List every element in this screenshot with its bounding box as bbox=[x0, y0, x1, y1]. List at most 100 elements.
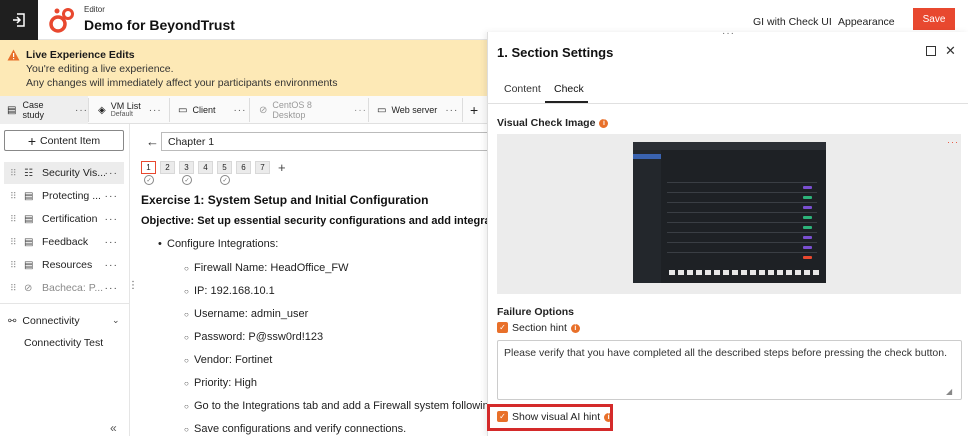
active-tab-indicator bbox=[545, 101, 588, 103]
exit-button[interactable] bbox=[0, 0, 38, 40]
document-icon: ▤ bbox=[24, 236, 34, 248]
sidebar-item-security-visibility[interactable]: ⠿ ☷ Security Vis... ··· bbox=[4, 162, 124, 184]
more-icon[interactable]: ··· bbox=[105, 236, 119, 248]
add-content-item-button[interactable]: + Content Item bbox=[4, 130, 124, 151]
banner-title: Live Experience Edits bbox=[26, 49, 135, 61]
tab-label: Client bbox=[192, 105, 216, 115]
sidebar-group-connectivity[interactable]: ⚯ Connectivity bbox=[8, 315, 80, 327]
back-arrow-icon[interactable]: ← bbox=[146, 134, 159, 149]
sidebar-item-label: Bacheca: P... bbox=[42, 282, 104, 294]
section-hint-textarea[interactable]: Please verify that you have completed al… bbox=[497, 340, 962, 400]
page-tab[interactable]: 6 bbox=[236, 161, 251, 174]
brand-logo bbox=[49, 8, 74, 33]
tab-content[interactable]: Content bbox=[504, 83, 541, 95]
drag-handle-icon[interactable]: ··· bbox=[722, 28, 735, 39]
more-icon[interactable]: ··· bbox=[354, 105, 367, 116]
gi-check-ui-link[interactable]: GI with Check UI bbox=[753, 16, 832, 28]
monitor-icon: ▭ bbox=[178, 104, 188, 116]
page-tab[interactable]: 4 bbox=[198, 161, 213, 174]
banner-warning: Any changes will immediately affect your… bbox=[26, 77, 338, 89]
sidebar-item-connectivity-test[interactable]: Connectivity Test bbox=[24, 337, 103, 349]
drag-handle-icon[interactable]: ⠿ bbox=[10, 191, 18, 202]
sidebar-item-label: Security Vis... bbox=[42, 167, 105, 179]
more-icon[interactable]: ··· bbox=[105, 259, 119, 271]
collapse-sidebar-icon[interactable]: « bbox=[110, 421, 117, 435]
label-text: Visual Check Image bbox=[497, 117, 596, 129]
sidebar-divider bbox=[0, 303, 130, 304]
sub-bullet-text: Username: admin_user bbox=[194, 308, 309, 320]
sidebar-item-feedback[interactable]: ⠿ ▤ Feedback ··· bbox=[4, 231, 124, 253]
drag-handle-icon[interactable]: ⠿ bbox=[10, 214, 18, 225]
more-icon[interactable]: ··· bbox=[105, 213, 119, 225]
drag-handle-icon[interactable]: ⠿ bbox=[10, 237, 18, 248]
more-icon[interactable]: ··· bbox=[149, 105, 162, 116]
tab-label: Web server bbox=[391, 105, 438, 115]
book-icon: ▤ bbox=[7, 104, 17, 116]
check-circle-icon: ✓ bbox=[144, 175, 154, 185]
resize-handle-icon[interactable]: ◢ bbox=[946, 387, 952, 396]
tab-case-study[interactable]: ▤ Case study ··· bbox=[0, 96, 88, 124]
group-label: Connectivity bbox=[22, 315, 80, 327]
more-icon[interactable]: ··· bbox=[105, 282, 119, 294]
sidebar-item-bacheca[interactable]: ⠿ ⊘ Bacheca: P... ··· bbox=[4, 277, 124, 299]
exit-icon bbox=[13, 13, 25, 27]
sub-bullet-text: Firewall Name: HeadOffice_FW bbox=[194, 262, 349, 274]
drag-handle-icon[interactable]: ⠿ bbox=[10, 168, 18, 179]
chevron-down-icon[interactable]: ⌄ bbox=[112, 315, 120, 326]
add-page-icon[interactable]: + bbox=[278, 160, 286, 175]
info-icon[interactable]: i bbox=[599, 118, 609, 128]
sidebar-item-label: Certification bbox=[42, 213, 98, 225]
plus-icon: + bbox=[27, 132, 37, 149]
sidebar-item-label: Protecting ... bbox=[42, 190, 101, 202]
chapter-select[interactable]: Chapter 1 bbox=[161, 132, 491, 151]
sidebar-item-protecting[interactable]: ⠿ ▤ Protecting ... ··· bbox=[4, 185, 124, 207]
more-icon[interactable]: ··· bbox=[105, 167, 119, 179]
sub-bullet-item: Save configurations and verify connectio… bbox=[184, 423, 406, 435]
tab-divider bbox=[169, 98, 170, 122]
sidebar-item-certification[interactable]: ⠿ ▤ Certification ··· bbox=[4, 208, 124, 230]
tab-centos-desktop[interactable]: ⊘ CentOS 8 Desktop ··· bbox=[259, 96, 367, 124]
warning-icon bbox=[7, 49, 20, 61]
sub-bullet-item: Go to the Integrations tab and add a Fir… bbox=[184, 400, 498, 412]
page-tab[interactable]: 2 bbox=[160, 161, 175, 174]
page-tab[interactable]: 3 bbox=[179, 161, 194, 174]
more-icon[interactable]: ··· bbox=[947, 137, 959, 147]
sub-bullet-item: IP: 192.168.10.1 bbox=[184, 285, 275, 297]
tab-vm-list[interactable]: ◈ VM List Default ··· bbox=[98, 96, 168, 124]
restore-window-icon[interactable] bbox=[926, 46, 936, 56]
page-tab[interactable]: 1 bbox=[141, 161, 156, 174]
tab-client[interactable]: ▭ Client ··· bbox=[178, 96, 248, 124]
sub-bullet-item: Priority: High bbox=[184, 377, 257, 389]
info-icon[interactable]: i bbox=[570, 323, 580, 333]
label-text: Section hint bbox=[512, 322, 567, 334]
more-icon[interactable]: ··· bbox=[105, 190, 119, 202]
save-button[interactable]: Save bbox=[913, 8, 955, 30]
page-tab[interactable]: 5 bbox=[217, 161, 232, 174]
appearance-link[interactable]: Appearance bbox=[838, 16, 895, 28]
link-icon: ⊘ bbox=[259, 104, 268, 116]
bullet-text: Configure Integrations: bbox=[167, 238, 279, 250]
plus-icon: + bbox=[470, 102, 479, 118]
drag-handle-icon[interactable]: ⠿ bbox=[10, 260, 18, 271]
sub-bullet-item: Vendor: Fortinet bbox=[184, 354, 272, 366]
sidebar-item-resources[interactable]: ⠿ ▤ Resources ··· bbox=[4, 254, 124, 276]
more-icon[interactable]: ··· bbox=[445, 105, 458, 116]
tab-web-server[interactable]: ▭ Web server ··· bbox=[377, 96, 463, 124]
page-tab[interactable]: 7 bbox=[255, 161, 270, 174]
highlight-annotation bbox=[487, 404, 613, 431]
more-icon[interactable]: ··· bbox=[75, 105, 88, 116]
resize-handle-icon[interactable]: ⋮ bbox=[128, 280, 138, 291]
document-icon: ▤ bbox=[24, 190, 34, 202]
drag-handle-icon[interactable]: ⠿ bbox=[10, 283, 18, 294]
editor-label: Editor bbox=[84, 5, 105, 14]
tab-check[interactable]: Check bbox=[554, 83, 584, 95]
section-hint-checkbox[interactable]: ✓ bbox=[497, 322, 508, 333]
sidebar-item-label: Resources bbox=[42, 259, 93, 271]
close-icon[interactable]: ✕ bbox=[945, 43, 956, 59]
more-icon[interactable]: ··· bbox=[233, 105, 246, 116]
sub-bullet-text: Go to the Integrations tab and add a Fir… bbox=[194, 400, 498, 412]
add-tab-button[interactable]: + bbox=[470, 96, 484, 124]
visual-check-image-label: Visual Check Image i bbox=[497, 117, 609, 129]
check-circle-icon: ✓ bbox=[220, 175, 230, 185]
tab-label: VM List bbox=[110, 101, 141, 111]
